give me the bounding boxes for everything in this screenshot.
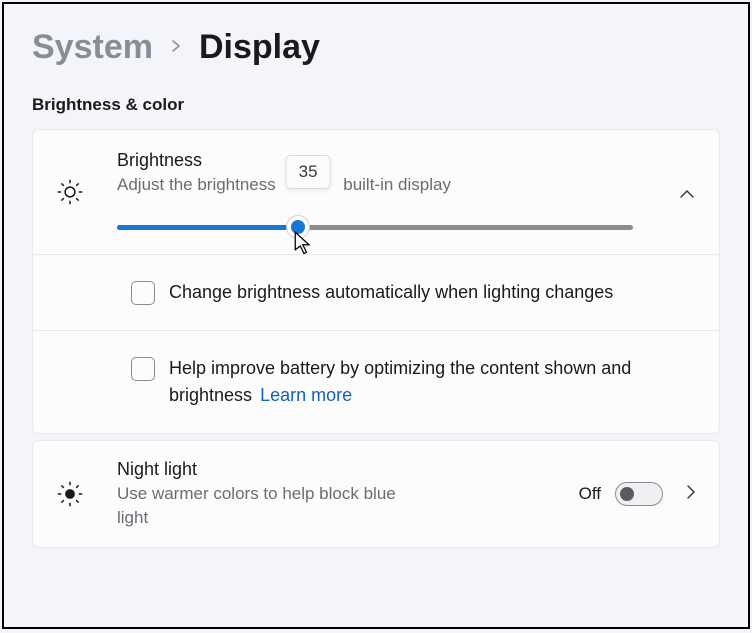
learn-more-link[interactable]: Learn more (260, 385, 352, 405)
chevron-right-icon[interactable] (683, 484, 699, 505)
night-light-toggle[interactable] (615, 482, 663, 506)
slider-thumb[interactable] (286, 215, 310, 239)
brightness-description: Adjust the brightness built-in display (117, 173, 663, 197)
auto-brightness-row: Change brightness automatically when lig… (33, 255, 719, 331)
battery-optimize-row: Help improve battery by optimizing the c… (33, 331, 719, 433)
night-light-icon (53, 480, 87, 508)
brightness-row: Brightness Adjust the brightness built-i… (33, 130, 719, 255)
night-light-row[interactable]: Night light Use warmer colors to help bl… (33, 441, 719, 548)
battery-optimize-label: Help improve battery by optimizing the c… (169, 355, 669, 409)
brightness-card-group: Brightness Adjust the brightness built-i… (32, 129, 720, 434)
auto-brightness-label: Change brightness automatically when lig… (169, 279, 613, 306)
brightness-title: Brightness (117, 150, 663, 171)
slider-value-tooltip: 35 (286, 155, 331, 189)
breadcrumb-parent-link[interactable]: System (32, 28, 153, 67)
breadcrumb: System Display (32, 28, 720, 67)
night-light-description: Use warmer colors to help block blue lig… (117, 482, 397, 530)
battery-optimize-checkbox[interactable] (131, 357, 155, 381)
auto-brightness-checkbox[interactable] (131, 281, 155, 305)
chevron-right-icon (169, 36, 183, 59)
night-light-toggle-state: Off (579, 484, 601, 504)
collapse-chevron-icon[interactable] (679, 186, 695, 207)
section-header: Brightness & color (32, 95, 720, 115)
sun-icon (53, 178, 87, 206)
night-light-card-group: Night light Use warmer colors to help bl… (32, 440, 720, 549)
page-title: Display (199, 28, 320, 67)
night-light-title: Night light (117, 459, 579, 480)
brightness-slider[interactable]: 35 (117, 225, 663, 230)
